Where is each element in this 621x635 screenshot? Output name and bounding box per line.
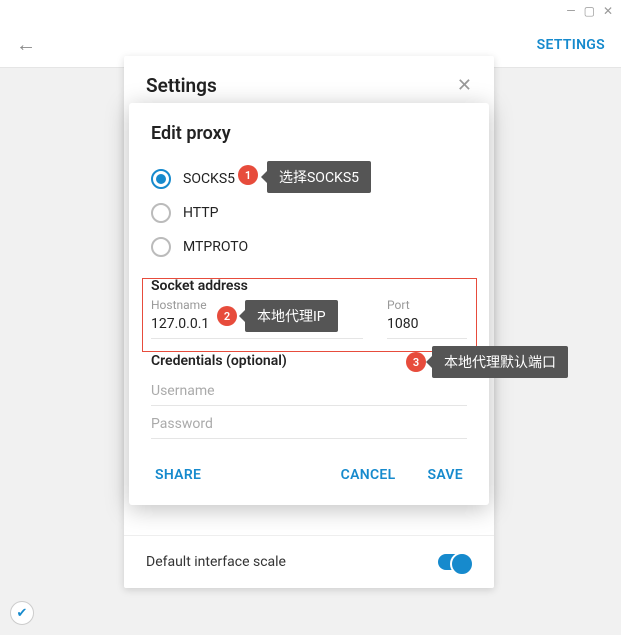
port-field[interactable]: Port 1080: [387, 298, 467, 339]
radio-label: MTPROTO: [183, 239, 248, 255]
annotation-badge-2: 2: [217, 306, 237, 326]
share-button[interactable]: SHARE: [151, 459, 205, 491]
dialog-actions: SHARE CANCEL SAVE: [151, 459, 467, 491]
window-maximize[interactable]: ▢: [584, 4, 595, 18]
save-button[interactable]: SAVE: [423, 459, 467, 491]
close-icon[interactable]: ✕: [457, 75, 472, 96]
radio-label: SOCKS5: [183, 171, 235, 187]
default-scale-label: Default interface scale: [146, 554, 286, 570]
radio-checked-icon: [151, 169, 171, 189]
annotation-callout-1: 选择SOCKS5: [267, 161, 371, 193]
annotation-badge-1: 1: [238, 165, 258, 185]
dialog-title: Edit proxy: [151, 123, 467, 144]
window-minimize[interactable]: —: [566, 4, 575, 18]
annotation-callout-2: 本地代理IP: [245, 300, 338, 332]
radio-icon: [151, 237, 171, 257]
settings-title: Settings: [146, 74, 217, 97]
annotation-callout-3: 本地代理默认端口: [432, 346, 568, 378]
cancel-button[interactable]: CANCEL: [337, 459, 400, 491]
port-input[interactable]: 1080: [387, 312, 467, 339]
shield-icon[interactable]: ✔: [10, 601, 34, 625]
proxy-type-http[interactable]: HTTP: [151, 196, 467, 230]
window-titlebar: — ▢ ✕: [0, 0, 621, 22]
annotation-badge-3: 3: [406, 352, 426, 372]
settings-link[interactable]: SETTINGS: [537, 37, 605, 53]
field-label: Port: [387, 298, 467, 312]
proxy-type-mtproto[interactable]: MTPROTO: [151, 230, 467, 264]
password-input[interactable]: Password: [151, 406, 467, 439]
back-arrow-icon[interactable]: ←: [16, 32, 36, 57]
username-input[interactable]: Username: [151, 373, 467, 406]
window-close[interactable]: ✕: [603, 4, 613, 18]
section-title: Socket address: [151, 278, 467, 294]
default-scale-toggle[interactable]: [438, 554, 472, 570]
radio-icon: [151, 203, 171, 223]
radio-label: HTTP: [183, 205, 218, 221]
